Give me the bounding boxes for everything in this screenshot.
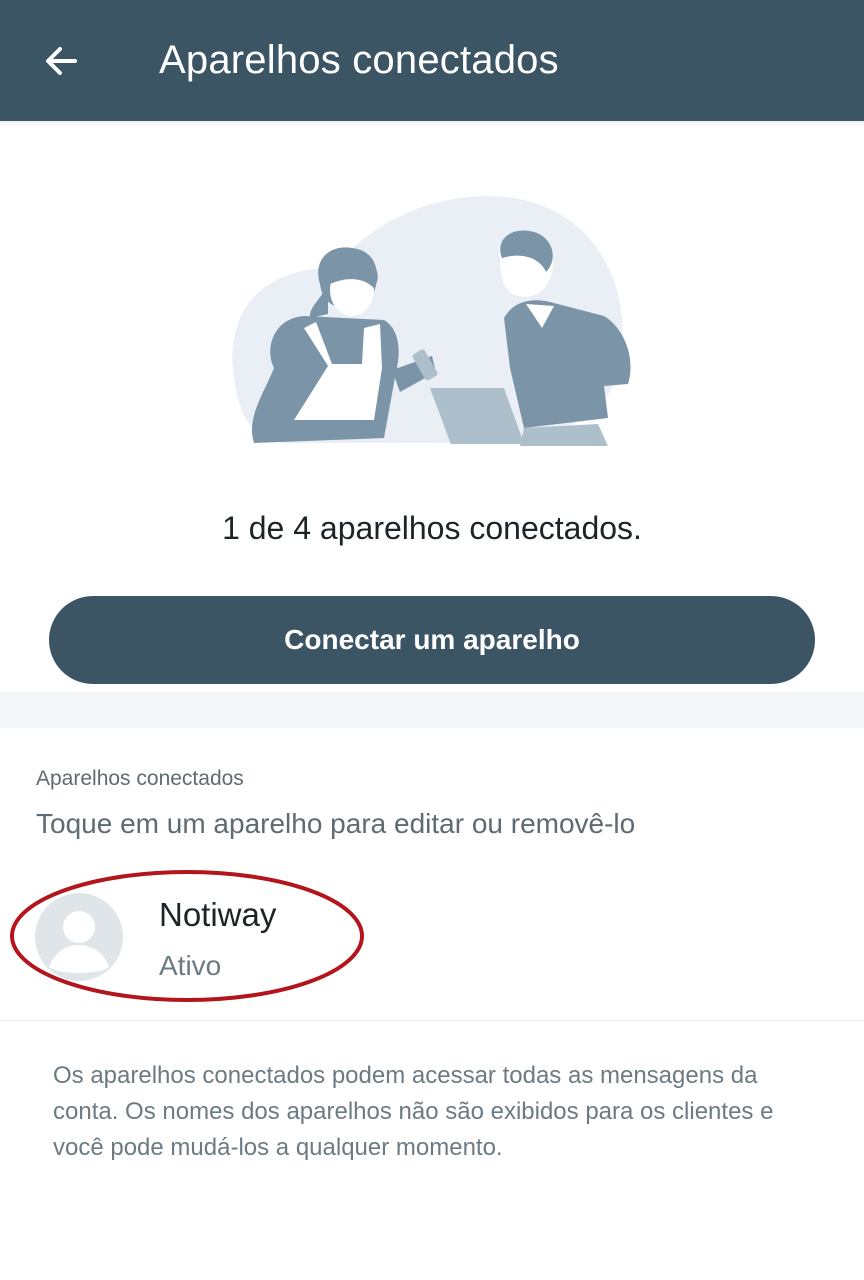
page-title: Aparelhos conectados — [159, 38, 559, 82]
device-list-item[interactable]: Notiway Ativo — [0, 870, 864, 1020]
section-hint: Toque em um aparelho para editar ou remo… — [36, 808, 636, 839]
back-button[interactable] — [30, 30, 92, 92]
connect-device-button[interactable]: Conectar um aparelho — [49, 596, 815, 684]
section-divider — [0, 692, 864, 728]
app-bar: Aparelhos conectados — [0, 0, 864, 121]
connected-count-text: 1 de 4 aparelhos conectados. — [222, 510, 642, 546]
two-people-with-phone-and-laptop-illustration — [232, 196, 631, 446]
device-name: Notiway — [159, 896, 277, 933]
device-status: Ativo — [159, 950, 222, 981]
footer-note: Os aparelhos conectados podem acessar to… — [53, 1062, 774, 1161]
row-divider — [0, 1020, 864, 1021]
arrow-left-icon — [46, 47, 77, 75]
default-avatar-icon — [35, 893, 123, 981]
appbar-shadow — [0, 121, 864, 127]
section-label: Aparelhos conectados — [36, 767, 244, 790]
